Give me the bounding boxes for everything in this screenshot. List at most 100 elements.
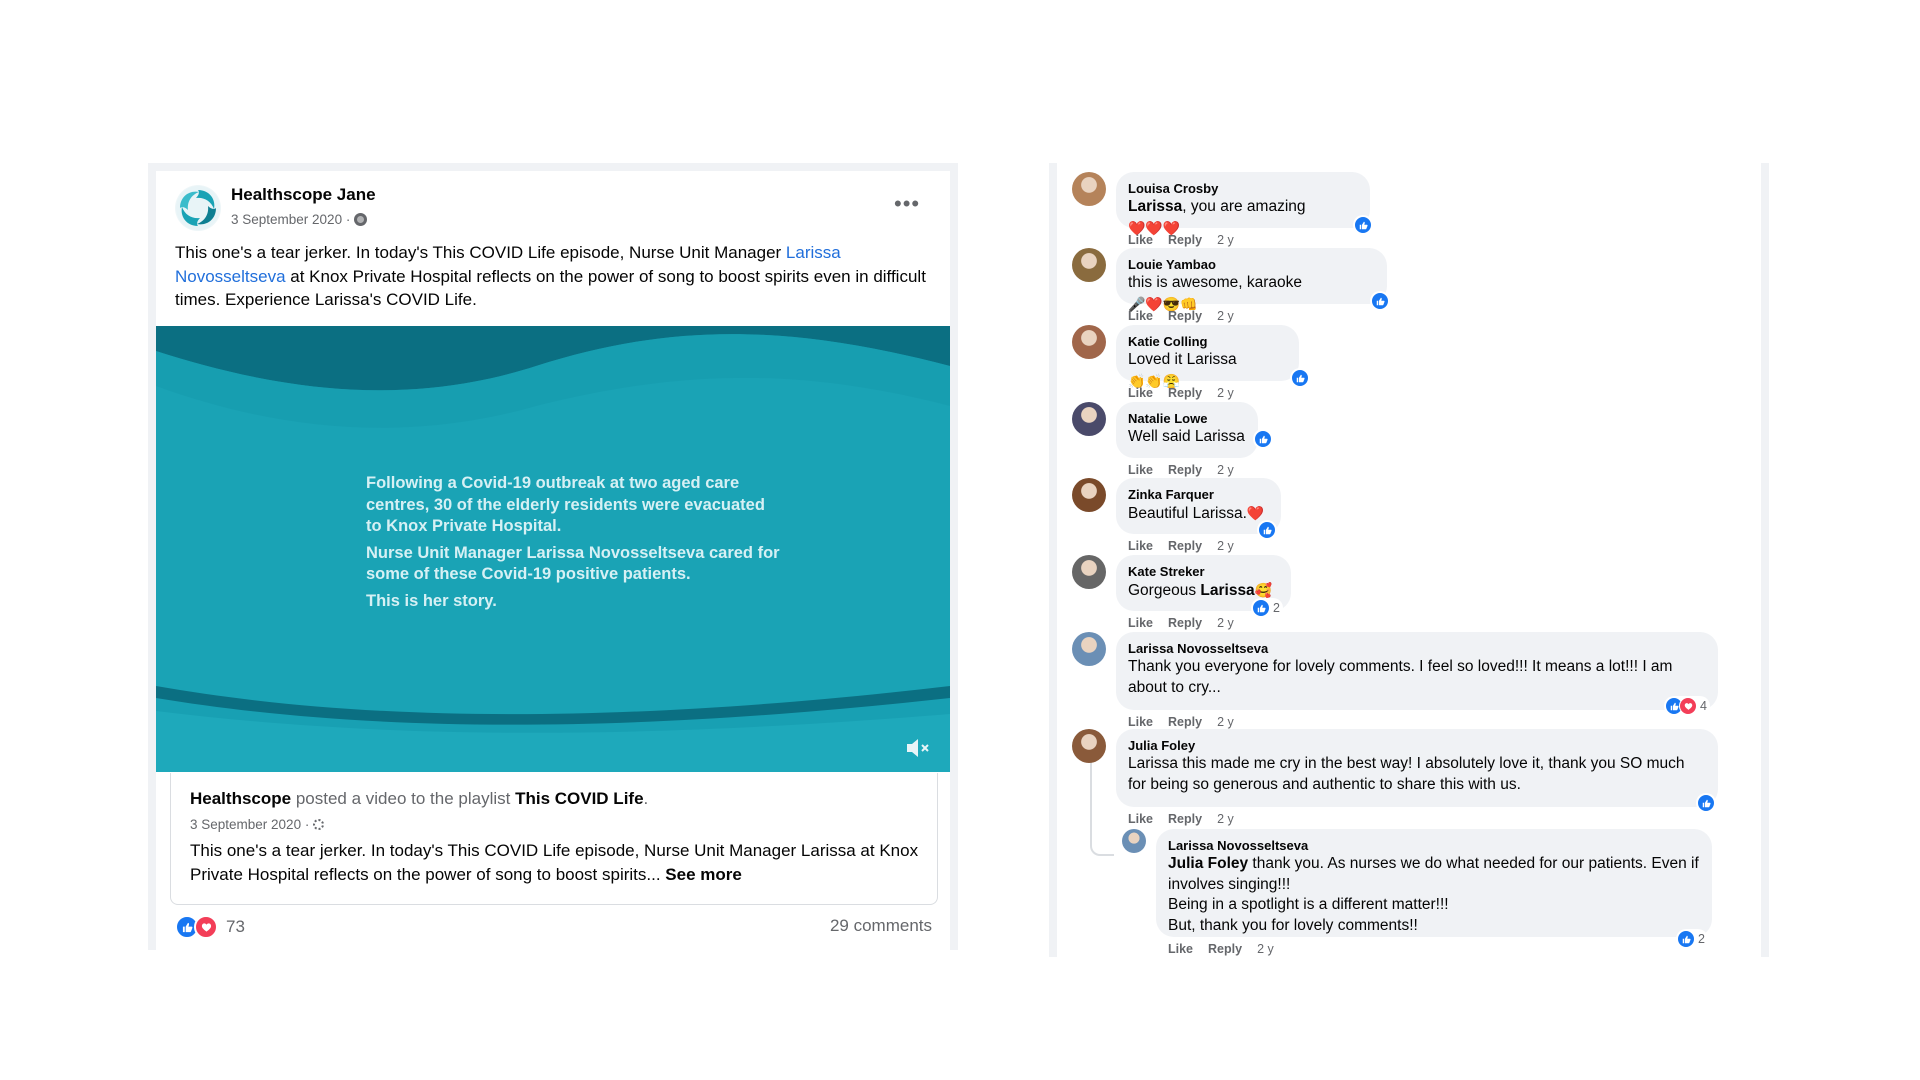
commenter-avatar[interactable] xyxy=(1072,555,1106,589)
shared-author[interactable]: Healthscope xyxy=(190,789,291,808)
comment-timestamp[interactable]: 2 y xyxy=(1217,309,1234,323)
comment-body: , you are amazing xyxy=(1182,198,1306,215)
comment-bubble: Natalie Lowe Well said Larissa xyxy=(1116,402,1258,458)
like-reaction-icon xyxy=(1258,521,1276,539)
comment-reaction-badge[interactable]: 2 xyxy=(1676,929,1708,949)
comment-like-link[interactable]: Like xyxy=(1128,715,1153,729)
comment-like-link[interactable]: Like xyxy=(1128,539,1153,553)
comment-reply-link[interactable]: Reply xyxy=(1168,539,1202,553)
comment-reply-link[interactable]: Reply xyxy=(1168,812,1202,826)
comment-timestamp[interactable]: 2 y xyxy=(1217,539,1234,553)
commenter-name[interactable]: Zinka Farquer xyxy=(1128,486,1269,503)
like-reaction-icon xyxy=(1677,930,1695,948)
post-text: This one's a tear jerker. In today's Thi… xyxy=(175,241,935,312)
see-more-link[interactable]: See more xyxy=(665,865,742,884)
commenter-name[interactable]: Kate Streker xyxy=(1128,563,1279,580)
shared-date: 3 September 2020 · xyxy=(190,817,325,832)
comment-reaction-count: 2 xyxy=(1273,601,1280,615)
more-options-icon[interactable]: ••• xyxy=(894,191,920,217)
reply-author-name[interactable]: Larissa Novosseltseva xyxy=(1168,837,1700,854)
commenter-avatar[interactable] xyxy=(1072,325,1106,359)
comment-bubble: Katie Colling Loved it Larissa 👏👏😤 xyxy=(1116,325,1299,389)
comment-reaction-badge[interactable] xyxy=(1353,215,1373,235)
comment-reaction-badge[interactable] xyxy=(1696,793,1716,813)
gear-icon xyxy=(313,819,325,830)
comment-like-link[interactable]: Like xyxy=(1128,309,1153,323)
comment-timestamp[interactable]: 2 y xyxy=(1217,386,1234,400)
reply-mention[interactable]: Julia Foley xyxy=(1168,855,1248,872)
comment-reaction-badge[interactable]: 2 xyxy=(1251,598,1283,618)
comment-timestamp[interactable]: 2 y xyxy=(1257,942,1274,956)
comment-like-link[interactable]: Like xyxy=(1128,812,1153,826)
shared-playlist[interactable]: This COVID Life xyxy=(515,789,643,808)
commenter-avatar[interactable] xyxy=(1072,172,1106,206)
commenter-name[interactable]: Katie Colling xyxy=(1128,333,1287,350)
speaker-muted-icon[interactable] xyxy=(904,736,932,760)
shared-date-text[interactable]: 3 September 2020 · xyxy=(190,817,309,832)
comment-reply-link[interactable]: Reply xyxy=(1168,233,1202,247)
commenter-name[interactable]: Larissa Novosseltseva xyxy=(1128,640,1706,657)
comment-timestamp[interactable]: 2 y xyxy=(1217,616,1234,630)
comment-bubble: Julia Foley Larissa this made me cry in t… xyxy=(1116,729,1718,807)
comment-reply-link[interactable]: Reply xyxy=(1168,309,1202,323)
video-caption: Following a Covid-19 outbreak at two age… xyxy=(366,473,786,617)
healthscope-logo-icon xyxy=(176,186,220,230)
commenter-name[interactable]: Julia Foley xyxy=(1128,737,1706,754)
commenter-name[interactable]: Natalie Lowe xyxy=(1128,410,1246,427)
comment-reaction-badge[interactable] xyxy=(1253,429,1273,449)
shared-action: posted a video to the playlist xyxy=(291,789,516,808)
reply-thread-connector xyxy=(1090,842,1114,856)
post-date-text[interactable]: 3 September 2020 · xyxy=(231,212,350,227)
comment-text: Well said Larissa xyxy=(1128,427,1246,448)
like-reaction-icon xyxy=(1371,292,1389,310)
love-reaction-icon xyxy=(194,915,218,939)
comment-actions: Like Reply 2 y xyxy=(1128,386,1234,400)
comment-bubble: Louisa Crosby Larissa, you are amazing ❤️… xyxy=(1116,172,1370,236)
comment-like-link[interactable]: Like xyxy=(1168,942,1193,956)
commenter-name[interactable]: Louisa Crosby xyxy=(1128,180,1358,197)
comment-reaction-badge[interactable]: 4 xyxy=(1664,696,1710,716)
comment-reaction-badge[interactable] xyxy=(1257,520,1277,540)
like-reaction-icon xyxy=(1291,369,1309,387)
commenter-avatar[interactable] xyxy=(1072,729,1106,763)
commenter-avatar[interactable] xyxy=(1122,829,1146,853)
comment-body: Beautiful Larissa. xyxy=(1128,505,1247,522)
post-reactions[interactable]: 73 xyxy=(175,915,245,939)
comment-timestamp[interactable]: 2 y xyxy=(1217,233,1234,247)
comment-reaction-count: 4 xyxy=(1700,699,1707,713)
comment-reaction-badge[interactable] xyxy=(1290,368,1310,388)
like-reaction-icon xyxy=(1697,794,1715,812)
comments-count-link[interactable]: 29 comments xyxy=(830,916,932,936)
comment-actions: Like Reply 2 y xyxy=(1168,942,1274,956)
comment-mention[interactable]: Larissa xyxy=(1200,582,1254,599)
comment-timestamp[interactable]: 2 y xyxy=(1217,715,1234,729)
comment-like-link[interactable]: Like xyxy=(1128,386,1153,400)
comment-reply-link[interactable]: Reply xyxy=(1168,715,1202,729)
comment-reply-link[interactable]: Reply xyxy=(1168,386,1202,400)
comment-timestamp[interactable]: 2 y xyxy=(1217,812,1234,826)
shared-text: This one's a tear jerker. In today's Thi… xyxy=(190,839,930,886)
commenter-avatar[interactable] xyxy=(1072,248,1106,282)
commenter-avatar[interactable] xyxy=(1072,632,1106,666)
comment-reaction-count: 2 xyxy=(1698,932,1705,946)
comment-reply-link[interactable]: Reply xyxy=(1168,463,1202,477)
comment-like-link[interactable]: Like xyxy=(1128,463,1153,477)
comment-like-link[interactable]: Like xyxy=(1128,233,1153,247)
page-name[interactable]: Healthscope Jane xyxy=(231,185,376,205)
commenter-avatar[interactable] xyxy=(1072,478,1106,512)
comment-reply-link[interactable]: Reply xyxy=(1168,616,1202,630)
comment-reaction-badge[interactable] xyxy=(1370,291,1390,311)
commenter-name[interactable]: Louie Yambao xyxy=(1128,256,1375,273)
comment-actions: Like Reply 2 y xyxy=(1128,539,1234,553)
comment-text: Thank you everyone for lovely comments. … xyxy=(1128,657,1706,698)
shared-video-box[interactable]: Healthscope posted a video to the playli… xyxy=(170,773,938,905)
post-frame: Healthscope Jane 3 September 2020 · ••• … xyxy=(148,163,958,950)
video-caption-line: This is her story. xyxy=(366,591,497,610)
comment-like-link[interactable]: Like xyxy=(1128,616,1153,630)
comment-mention[interactable]: Larissa xyxy=(1128,198,1182,215)
commenter-avatar[interactable] xyxy=(1072,402,1106,436)
comment-timestamp[interactable]: 2 y xyxy=(1217,463,1234,477)
comment-reply-link[interactable]: Reply xyxy=(1208,942,1242,956)
video-player[interactable]: Following a Covid-19 outbreak at two age… xyxy=(156,326,950,772)
page-avatar[interactable] xyxy=(175,185,221,231)
